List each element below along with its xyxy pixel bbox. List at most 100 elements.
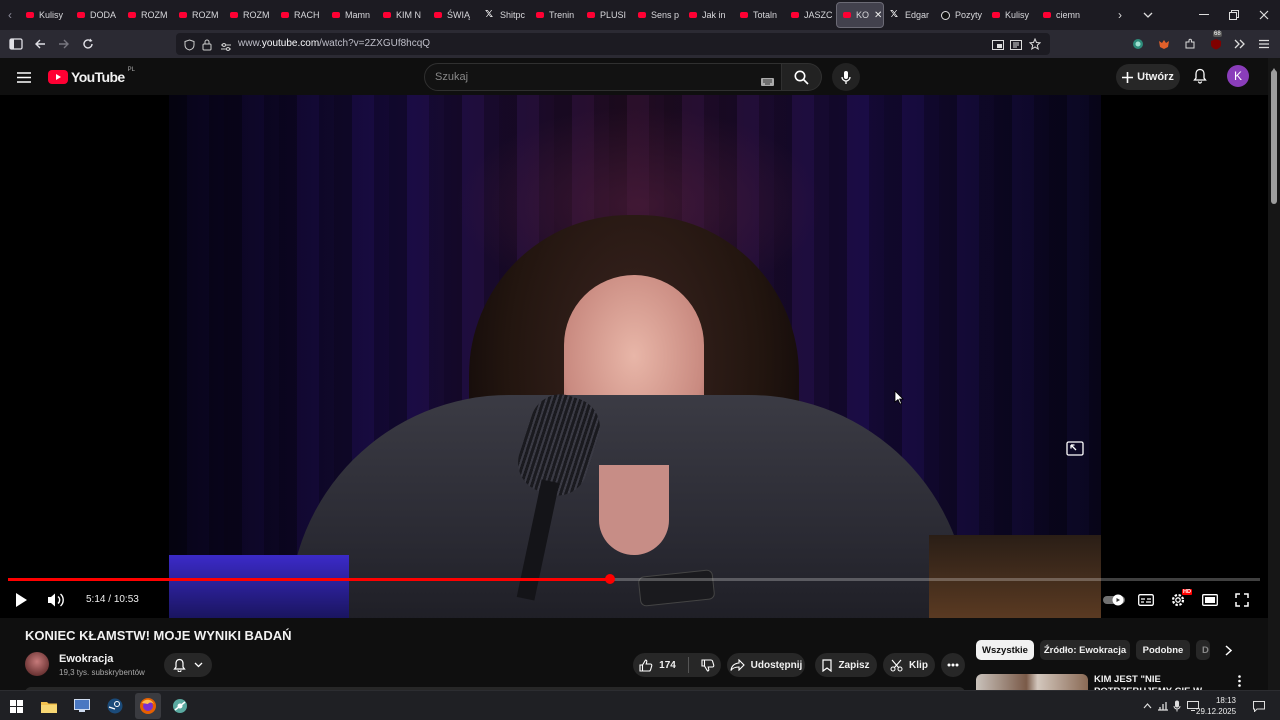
keyboard-icon[interactable]	[761, 73, 774, 91]
subscription-bell-button[interactable]	[164, 653, 212, 677]
browser-tab[interactable]: ROZM	[224, 2, 275, 28]
youtube-logo[interactable]: YouTube PL	[48, 67, 135, 85]
browser-tab[interactable]: Kulisy	[20, 2, 71, 28]
browser-tab[interactable]: Pozyty	[935, 2, 986, 28]
tabs-scroll-left-icon[interactable]: ‹	[0, 0, 20, 30]
settings-button[interactable]: HD	[1165, 588, 1192, 612]
chip-related[interactable]: Podobne	[1136, 640, 1190, 660]
bookmark-star-icon[interactable]	[1028, 37, 1042, 55]
hamburger-menu-icon[interactable]	[14, 67, 34, 87]
voice-search-button[interactable]	[832, 63, 860, 91]
browser-tab[interactable]: 𝕏 Edgar	[884, 2, 935, 28]
system-clock[interactable]: 18:13 29.12.2025	[1196, 695, 1236, 717]
address-bar[interactable]: www.youtube.com/watch?v=2ZXGUf8hcqQ	[176, 33, 1050, 55]
steam-icon[interactable]	[104, 695, 126, 717]
save-button[interactable]: Zapisz	[815, 653, 877, 677]
close-window-icon[interactable]	[1248, 0, 1280, 30]
like-count[interactable]: 174	[659, 660, 676, 671]
chip-all[interactable]: Wszystkie	[976, 640, 1034, 660]
recommended-video-title[interactable]: KIM JEST "NIE POTRZEBUJEMY CIĘ W NASZYM …	[1094, 674, 1234, 690]
app-menu-icon[interactable]	[1254, 34, 1274, 54]
sidebar-toggle-icon[interactable]	[6, 34, 26, 54]
browser-tab[interactable]: ciemn	[1037, 2, 1088, 28]
fullscreen-button[interactable]	[1229, 588, 1255, 612]
video-player[interactable]: 5:14 / 10:53 HD	[0, 95, 1268, 618]
share-button[interactable]: Udostępnij	[727, 653, 805, 677]
scroll-up-icon[interactable]	[1271, 60, 1277, 73]
page-scrollbar[interactable]	[1268, 58, 1280, 695]
restore-window-icon[interactable]	[1218, 0, 1250, 30]
autoplay-toggle[interactable]	[1102, 588, 1128, 612]
firefox-icon[interactable]	[135, 693, 161, 719]
recommended-more-icon[interactable]	[1234, 674, 1244, 688]
tracking-protection-icon[interactable]	[184, 38, 195, 56]
monitor-app-icon[interactable]	[71, 695, 93, 717]
browser-tab[interactable]: KO ✕	[836, 2, 884, 28]
mute-button[interactable]	[43, 588, 69, 612]
browser-tab[interactable]: Sens p	[632, 2, 683, 28]
chip-partial[interactable]: D	[1196, 640, 1210, 660]
notification-center-icon[interactable]	[1248, 695, 1270, 717]
lock-icon[interactable]	[202, 38, 212, 56]
thumbs-up-icon[interactable]	[639, 658, 653, 672]
browser-tab[interactable]: DODA	[71, 2, 122, 28]
satellite-app-icon[interactable]	[169, 695, 191, 717]
thumbs-down-icon[interactable]	[701, 658, 715, 672]
channel-avatar[interactable]	[25, 652, 49, 676]
browser-tab[interactable]: RACH	[275, 2, 326, 28]
browser-tab[interactable]: Jak in	[683, 2, 734, 28]
list-all-tabs-icon[interactable]	[1140, 0, 1156, 30]
reload-button[interactable]	[78, 34, 98, 54]
play-button[interactable]	[8, 588, 34, 612]
picture-in-picture-icon[interactable]	[992, 38, 1004, 56]
minimize-window-icon[interactable]	[1188, 0, 1220, 30]
reader-view-icon[interactable]	[1010, 38, 1022, 56]
url-text[interactable]: www.youtube.com/watch?v=2ZXGUf8hcqQ	[238, 38, 430, 49]
clip-button[interactable]: Klip	[883, 653, 935, 677]
recommended-video-thumbnail[interactable]	[976, 674, 1088, 690]
chips-next-chevron-icon[interactable]	[1218, 640, 1238, 660]
scroll-down-icon[interactable]	[1271, 682, 1277, 695]
shield-extension-icon[interactable]	[1128, 34, 1148, 54]
permissions-icon[interactable]	[220, 39, 232, 57]
browser-tab[interactable]: Kulisy	[986, 2, 1037, 28]
channel-name[interactable]: Ewokracja	[59, 653, 113, 665]
browser-tab[interactable]: JASZC	[785, 2, 836, 28]
youtube-icon	[434, 12, 442, 18]
forward-button[interactable]	[54, 34, 74, 54]
youtube-icon	[332, 12, 340, 18]
account-avatar[interactable]: K	[1227, 65, 1249, 87]
browser-tab[interactable]: Totaln	[734, 2, 785, 28]
browser-tab[interactable]: Mamn	[326, 2, 377, 28]
windows-start-icon[interactable]	[5, 695, 27, 717]
search-button[interactable]	[782, 63, 822, 91]
browser-tab[interactable]: PLUSI	[581, 2, 632, 28]
back-button[interactable]	[30, 34, 50, 54]
ublock-extension-icon[interactable]: 68	[1206, 31, 1226, 54]
miniplayer-icon[interactable]	[1066, 441, 1084, 457]
browser-tab[interactable]: ROZM	[173, 2, 224, 28]
browser-tab[interactable]: 𝕏 Shitpc	[479, 2, 530, 28]
notifications-bell-icon[interactable]	[1190, 66, 1210, 86]
search-input[interactable]: Szukaj	[424, 63, 782, 91]
theater-mode-button[interactable]	[1197, 588, 1223, 612]
video-frame[interactable]	[169, 95, 1101, 618]
fox-extension-icon[interactable]	[1154, 34, 1174, 54]
overflow-chevron-icon[interactable]	[1230, 34, 1250, 54]
share-icon	[730, 659, 745, 671]
progress-bar[interactable]	[8, 574, 1260, 584]
browser-tab[interactable]: ŚWIĄ	[428, 2, 479, 28]
extensions-puzzle-icon[interactable]	[1180, 34, 1200, 54]
browser-tab[interactable]: ROZM	[122, 2, 173, 28]
scrollbar-thumb[interactable]	[1271, 70, 1277, 204]
more-actions-button[interactable]	[941, 653, 965, 677]
create-button[interactable]: Utwórz	[1116, 64, 1180, 90]
tabs-scroll-right-icon[interactable]: ›	[1118, 0, 1132, 30]
file-explorer-icon[interactable]	[38, 695, 60, 717]
browser-tab[interactable]: KIM N	[377, 2, 428, 28]
subtitles-button[interactable]	[1133, 588, 1159, 612]
extension-badge: 68	[1213, 31, 1222, 37]
browser-tab[interactable]: Trenin	[530, 2, 581, 28]
close-tab-icon[interactable]: ✕	[874, 10, 882, 21]
chip-source-channel[interactable]: Źródło: Ewokracja	[1040, 640, 1130, 660]
